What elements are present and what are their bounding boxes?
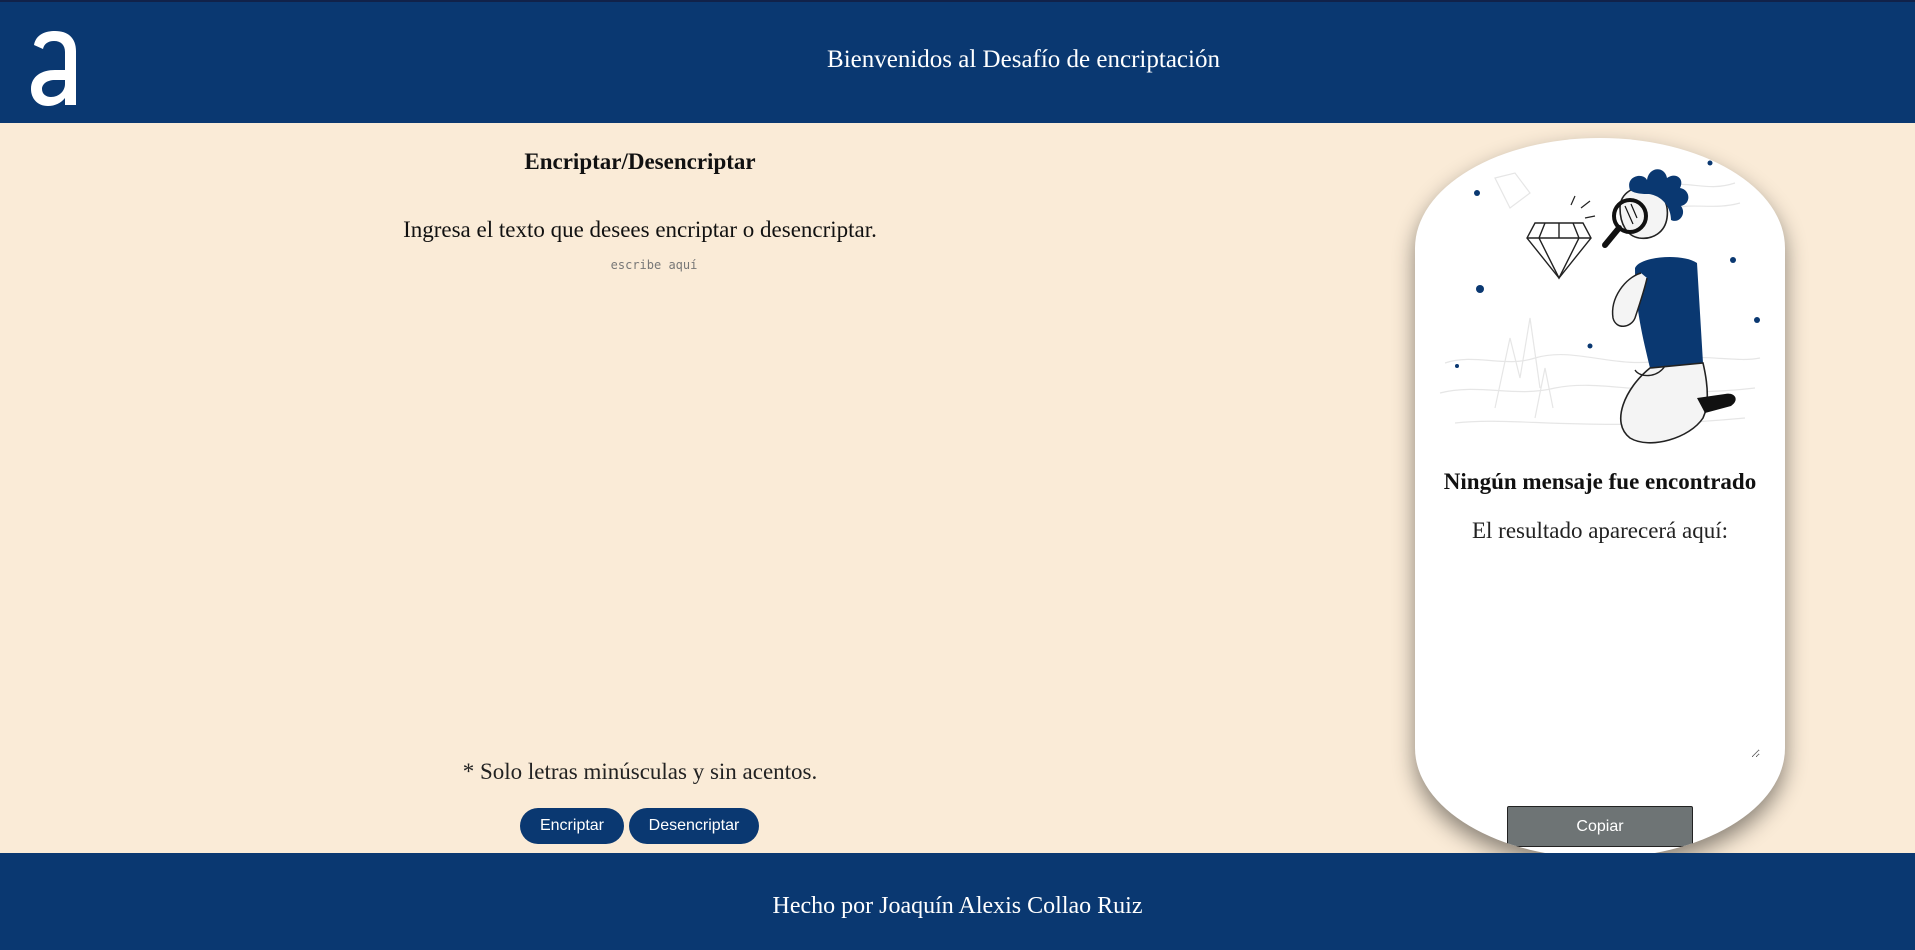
copy-button[interactable]: Copiar [1507, 806, 1693, 847]
encrypt-button[interactable]: Encriptar [520, 808, 624, 844]
footer-credit: Hecho por Joaquín Alexis Collao Ruiz [772, 893, 1143, 919]
lowercase-note: * Solo letras minúsculas y sin acentos. [462, 759, 818, 784]
result-title: Ningún mensaje fue encontrado [1443, 469, 1757, 494]
action-buttons: Encriptar Desencriptar [520, 808, 759, 844]
section-title: Encriptar/Desencriptar [524, 149, 756, 174]
output-textarea[interactable] [1445, 558, 1760, 758]
top-header: Bienvenidos al Desafío de encriptación [0, 0, 1915, 123]
result-panel: Ningún mensaje fue encontrado El resulta… [1415, 138, 1785, 858]
encrypt-section: Encriptar/Desencriptar Ingresa el texto … [0, 123, 1280, 863]
instruction-text: Ingresa el texto que desees encriptar o … [403, 217, 877, 242]
decrypt-button[interactable]: Desencriptar [629, 808, 759, 844]
person-with-magnifier-illustration [1439, 160, 1761, 444]
page-footer: Hecho por Joaquín Alexis Collao Ruiz [0, 853, 1915, 950]
page-title: Bienvenidos al Desafío de encriptación [827, 46, 1220, 73]
result-subtitle: El resultado aparecerá aquí: [1471, 518, 1729, 543]
